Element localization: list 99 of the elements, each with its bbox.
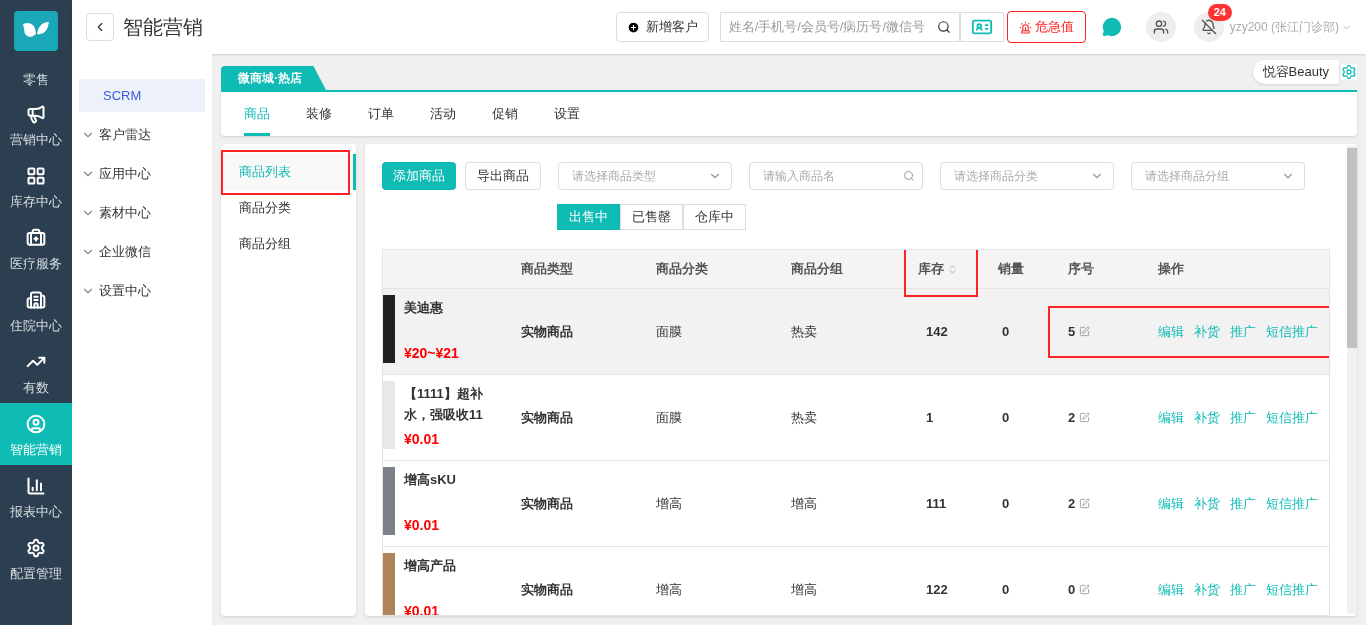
- table-cell-text: 111: [925, 494, 948, 513]
- table-cell-text: 实物商品: [521, 580, 574, 599]
- chat-icon[interactable]: [1101, 17, 1122, 37]
- table-cell-text: 1: [925, 408, 935, 427]
- search-field[interactable]: 请输入商品名: [749, 162, 923, 190]
- nav-item[interactable]: 住院中心: [0, 279, 72, 341]
- table-cell-text: 增高: [656, 580, 683, 599]
- photo-placeholder: [383, 295, 395, 363]
- sidebar-item[interactable]: 企业微信: [79, 235, 205, 268]
- select-field[interactable]: 请选择商品分组: [1131, 162, 1305, 190]
- team-icon[interactable]: [1145, 12, 1176, 42]
- table-cell-text: 增高: [791, 494, 818, 513]
- search-icon: [936, 20, 951, 34]
- table-cell-text: 2: [1068, 494, 1076, 513]
- tab[interactable]: 活动: [430, 92, 456, 136]
- settings-icon: [26, 537, 46, 558]
- hospital-icon: [26, 289, 46, 310]
- alert-button[interactable]: 危急值: [1006, 11, 1086, 43]
- tab[interactable]: 装修: [306, 92, 332, 136]
- product-name: 增高产品: [404, 557, 457, 575]
- search-icon: [903, 170, 915, 182]
- column-header: 商品分组: [791, 260, 843, 279]
- photo-placeholder: [383, 553, 395, 615]
- scrollbar[interactable]: [1347, 146, 1357, 614]
- table-cell-text: 0: [1001, 494, 1011, 513]
- table-cell-text: 实物商品: [521, 408, 574, 427]
- table-cell-text: 面膜: [656, 322, 683, 341]
- sidebar-item[interactable]: 应用中心: [79, 157, 205, 190]
- table-cell-text: 增高: [656, 494, 683, 513]
- status-tab[interactable]: 仓库中: [683, 204, 746, 230]
- nav-item[interactable]: 医疗服务: [0, 217, 72, 279]
- table-cell-text: 增高: [791, 580, 818, 599]
- product-name: 美迪惠: [404, 299, 444, 317]
- user-circle-icon: [26, 413, 46, 434]
- edit-icon[interactable]: [1079, 412, 1091, 423]
- table-cell-text: 实物商品: [521, 494, 574, 513]
- column-header[interactable]: 库存: [918, 259, 958, 279]
- table-cell-text: 0: [1068, 580, 1076, 599]
- settings-icon[interactable]: [1341, 64, 1357, 80]
- id-card-button[interactable]: [959, 12, 1004, 42]
- submenu-item[interactable]: 商品分组: [221, 234, 291, 254]
- nav-item[interactable]: 有数: [0, 341, 72, 403]
- nav-item[interactable]: 报表中心: [0, 465, 72, 527]
- column-header: 商品分类: [656, 260, 708, 279]
- tab[interactable]: 促销: [492, 92, 518, 136]
- table-cell-text: 122: [925, 580, 949, 599]
- nav-item[interactable]: 配置管理: [0, 527, 72, 589]
- page-title: 智能营销: [123, 15, 203, 40]
- sidebar-item[interactable]: 客户雷达: [79, 118, 205, 151]
- bar-chart-icon: [26, 475, 46, 496]
- table-cell-text: 实物商品: [521, 322, 574, 341]
- logo-icon: [14, 11, 58, 51]
- sidebar-item[interactable]: 素材中心: [79, 196, 205, 229]
- scrollbar-thumb[interactable]: [1347, 148, 1357, 348]
- edit-icon[interactable]: [1079, 326, 1091, 337]
- product-name: 【1111】超补水，强吸收11: [404, 385, 484, 424]
- photo-placeholder: [383, 467, 395, 535]
- nav-item[interactable]: 营销中心: [0, 93, 72, 155]
- table-cell-text: 142: [925, 322, 949, 341]
- column-header: 商品类型: [521, 260, 573, 279]
- sidebar-item[interactable]: SCRM: [79, 79, 205, 112]
- grid-icon: [26, 165, 46, 186]
- product-price: ¥0.01: [404, 516, 441, 535]
- tab[interactable]: 设置: [554, 92, 580, 136]
- table-cell-text: 热卖: [791, 408, 818, 427]
- table-cell-text: 5: [1068, 322, 1076, 341]
- edit-icon[interactable]: [1079, 584, 1091, 595]
- medical-kit-icon: [26, 227, 46, 248]
- megaphone-icon: [26, 103, 46, 124]
- submenu-item[interactable]: 商品分类: [221, 198, 291, 218]
- siren-icon: [1018, 20, 1032, 34]
- table-cell-text: 0: [1001, 580, 1011, 599]
- nav-item[interactable]: 库存中心: [0, 155, 72, 217]
- column-header: 操作: [1158, 260, 1184, 279]
- select-field[interactable]: 请选择商品分类: [940, 162, 1114, 190]
- tab[interactable]: 订单: [368, 92, 394, 136]
- sort-icon[interactable]: [947, 263, 958, 275]
- sidebar-item[interactable]: 设置中心: [79, 274, 205, 307]
- add-customer-button[interactable]: 新增客户: [615, 12, 709, 42]
- status-tab[interactable]: 已售罄: [620, 204, 683, 230]
- table-cell-text: 0: [1001, 322, 1011, 341]
- table-cell-text: 0: [1001, 408, 1011, 427]
- search-field[interactable]: 姓名/手机号/会员号/病历号/微信号: [719, 12, 960, 42]
- column-header: 销量: [998, 260, 1024, 279]
- select-field[interactable]: 请选择商品类型: [558, 162, 732, 190]
- export-button[interactable]: 导出商品: [465, 162, 541, 190]
- plus-circle-icon: [626, 20, 640, 34]
- back-button[interactable]: [86, 13, 114, 41]
- product-name: 增高sKU: [404, 471, 457, 489]
- notification-badge: 24: [1207, 4, 1232, 21]
- store-select[interactable]: 悦容Beauty: [1252, 60, 1339, 84]
- column-header: 序号: [1068, 260, 1094, 279]
- product-price: ¥0.01: [404, 430, 441, 449]
- table-cell-text: 2: [1068, 408, 1076, 427]
- nav-item[interactable]: 零售: [0, 57, 72, 93]
- table-cell-text: 热卖: [791, 322, 818, 341]
- product-price: ¥20~¥21: [404, 344, 460, 363]
- edit-icon[interactable]: [1079, 498, 1091, 509]
- table-cell-text: 面膜: [656, 408, 683, 427]
